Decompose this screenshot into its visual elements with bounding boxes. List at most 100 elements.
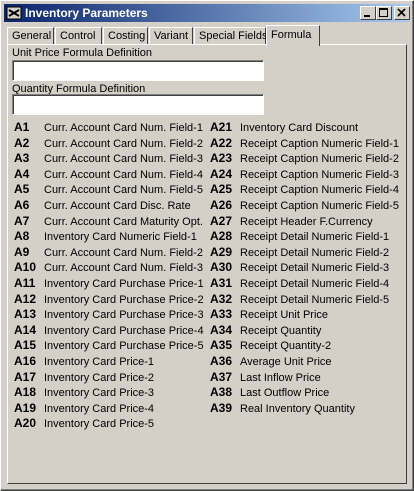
formula-code-description: Receipt Caption Numeric Field-1: [240, 137, 399, 150]
formula-code-description: Inventory Card Purchase Price-4: [44, 324, 204, 337]
formula-code-row: A32 Receipt Detail Numeric Field-5: [210, 292, 389, 307]
tab-control[interactable]: Control: [55, 27, 102, 44]
formula-code-row: A19 Inventory Card Price-4: [14, 401, 154, 416]
tab-costing[interactable]: Costing: [103, 27, 148, 44]
unit-price-formula-label: Unit Price Formula Definition: [12, 47, 152, 59]
tab-special-fields[interactable]: Special Fields: [194, 27, 268, 44]
formula-code-description: Last Inflow Price: [240, 371, 321, 384]
quantity-formula-input[interactable]: [12, 94, 264, 115]
formula-code-description: Receipt Detail Numeric Field-5: [240, 293, 390, 306]
formula-code-description: Receipt Detail Numeric Field-2: [240, 246, 390, 259]
title-bar[interactable]: Inventory Parameters: [4, 4, 410, 22]
formula-code-row: A10 Curr. Account Card Num. Field-3: [14, 260, 203, 275]
formula-code: A32: [210, 291, 233, 306]
tab-label: Special Fields: [199, 30, 268, 42]
tab-formula[interactable]: Formula: [266, 25, 320, 46]
formula-code: A24: [210, 166, 233, 181]
formula-code: A15: [14, 338, 37, 353]
formula-code-description: Last Outflow Price: [240, 387, 330, 400]
formula-code-row: A12 Inventory Card Purchase Price-2: [14, 292, 204, 307]
formula-code-description: Receipt Detail Numeric Field-4: [240, 278, 390, 290]
formula-code-row: A6 Curr. Account Card Disc. Rate: [14, 198, 191, 213]
formula-code-row: A15 Inventory Card Purchase Price-5: [14, 338, 204, 353]
formula-code-row: A1 Curr. Account Card Num. Field-1: [14, 120, 203, 135]
formula-code-description: Inventory Card Purchase Price-3: [44, 309, 204, 322]
unit-price-formula-input[interactable]: [12, 60, 264, 81]
formula-code: A12: [14, 291, 37, 306]
formula-code: A17: [14, 369, 37, 384]
formula-code-description: Receipt Caption Numeric Field-5: [240, 200, 399, 212]
window-title: Inventory Parameters: [25, 6, 148, 20]
formula-code-description: Curr. Account Card Num. Field-1: [44, 122, 203, 134]
formula-code: A4: [14, 166, 30, 181]
formula-code-description: Inventory Card Price-2: [44, 371, 155, 384]
formula-code-row: A22 Receipt Caption Numeric Field-1: [210, 136, 399, 151]
formula-code: A8: [14, 229, 30, 244]
formula-code-row: A3 Curr. Account Card Num. Field-3: [14, 151, 203, 166]
formula-code-row: A37 Last Inflow Price: [210, 370, 321, 385]
formula-code: A30: [210, 260, 233, 275]
formula-code: A29: [210, 244, 233, 259]
formula-code-description: Receipt Caption Numeric Field-2: [240, 153, 399, 166]
formula-code-description: Inventory Card Price-1: [44, 356, 155, 368]
formula-code-description: Receipt Caption Numeric Field-3: [240, 168, 399, 181]
minimize-icon: [364, 15, 370, 17]
tab-label: General: [12, 30, 52, 42]
close-button[interactable]: [394, 6, 410, 20]
formula-code-description: Receipt Detail Numeric Field-1: [240, 231, 390, 244]
formula-code-row: A16 Inventory Card Price-1: [14, 354, 154, 369]
close-icon: [397, 8, 406, 17]
formula-code-row: A5 Curr. Account Card Num. Field-5: [14, 182, 203, 197]
formula-code-description: Curr. Account Card Disc. Rate: [44, 200, 191, 212]
formula-code-row: A29 Receipt Detail Numeric Field-2: [210, 245, 389, 260]
formula-code-description: Receipt Header F.Currency: [240, 215, 373, 228]
maximize-button[interactable]: [376, 6, 392, 20]
formula-code: A38: [210, 385, 233, 400]
formula-code: A16: [14, 354, 37, 368]
formula-code-row: A33 Receipt Unit Price: [210, 307, 328, 322]
formula-code-row: A26 Receipt Caption Numeric Field-5: [210, 198, 399, 213]
formula-code-row: A9 Curr. Account Card Num. Field-2: [14, 245, 203, 260]
formula-code-row: A25 Receipt Caption Numeric Field-4: [210, 182, 399, 197]
formula-code: A25: [210, 182, 233, 197]
inventory-parameters-window: Inventory Parameters General Control Cos…: [0, 0, 414, 491]
tab-label: Variant: [154, 30, 189, 42]
formula-code-description: Curr. Account Card Num. Field-2: [44, 137, 203, 150]
maximize-icon: [379, 8, 388, 17]
formula-code-row: A21 Inventory Card Discount: [210, 120, 358, 135]
formula-code-description: Inventory Card Numeric Field-1: [44, 231, 197, 244]
formula-code: A9: [14, 244, 30, 259]
tab-variant[interactable]: Variant: [149, 27, 193, 44]
formula-code-row: A28 Receipt Detail Numeric Field-1: [210, 229, 389, 244]
formula-code: A26: [210, 198, 233, 212]
tab-label: Costing: [108, 30, 146, 42]
tab-general[interactable]: General: [7, 27, 54, 44]
minimize-button[interactable]: [360, 6, 376, 20]
formula-code-description: Curr. Account Card Num. Field-3: [44, 262, 203, 275]
formula-code: A28: [210, 229, 233, 244]
formula-code-row: A7 Curr. Account Card Maturity Opt.: [14, 214, 203, 229]
formula-code-row: A8 Inventory Card Numeric Field-1: [14, 229, 197, 244]
formula-code-row: A2 Curr. Account Card Num. Field-2: [14, 136, 203, 151]
formula-code-description: Average Unit Price: [240, 356, 332, 368]
formula-code: A34: [210, 322, 233, 337]
formula-code-description: Inventory Card Price-4: [44, 402, 155, 415]
formula-code-description: Curr. Account Card Num. Field-5: [44, 184, 203, 197]
formula-code-row: A31 Receipt Detail Numeric Field-4: [210, 276, 389, 291]
formula-code: A27: [210, 213, 233, 228]
formula-code-description: Receipt Detail Numeric Field-3: [240, 262, 390, 275]
formula-code: A36: [210, 354, 233, 368]
formula-code-description: Inventory Card Purchase Price-2: [44, 293, 204, 306]
formula-code-description: Curr. Account Card Num. Field-4: [44, 168, 203, 181]
formula-code-description: Curr. Account Card Maturity Opt.: [44, 215, 203, 228]
formula-code: A14: [14, 322, 37, 337]
formula-code-row: A34 Receipt Quantity: [210, 323, 321, 338]
formula-code: A2: [14, 135, 30, 150]
formula-code: A10: [14, 260, 37, 275]
formula-code-description: Inventory Card Purchase Price-5: [44, 340, 204, 353]
formula-code-row: A24 Receipt Caption Numeric Field-3: [210, 167, 399, 182]
formula-code: A35: [210, 338, 233, 353]
formula-code-description: Inventory Card Price-3: [44, 387, 155, 400]
formula-code-description: Inventory Card Discount: [240, 122, 358, 134]
tab-label: Formula: [271, 29, 312, 41]
